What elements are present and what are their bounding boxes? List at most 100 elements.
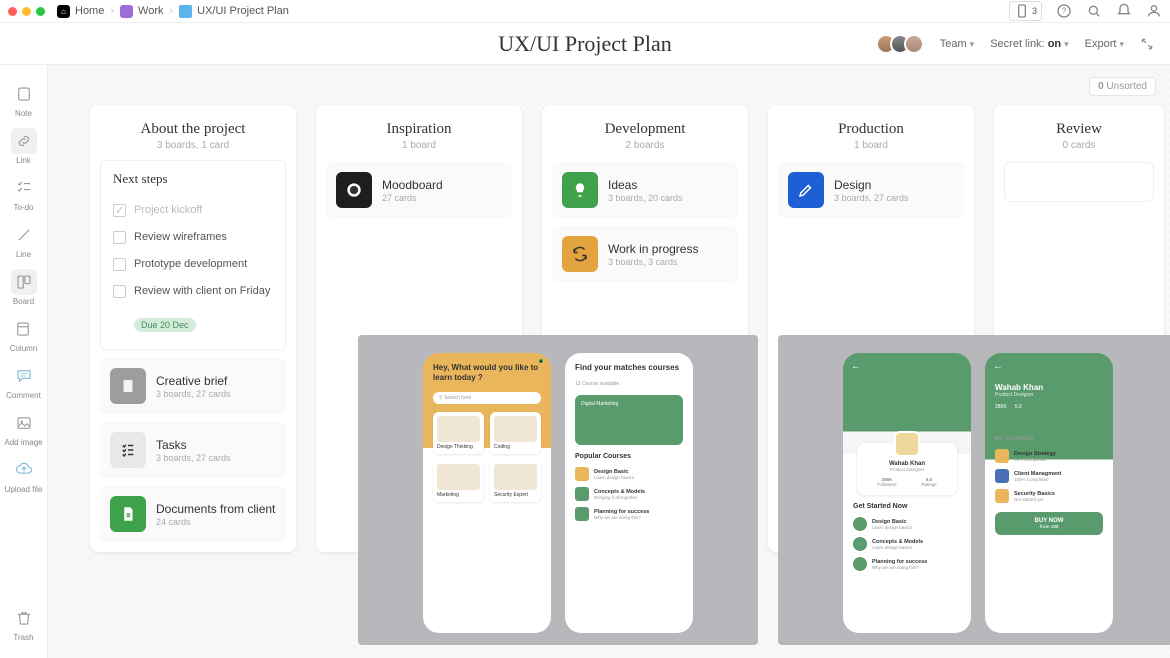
phone-mockup: ← Wahab Khan Product Designer 285K5.0 MY… xyxy=(985,353,1113,633)
column-subtitle: 2 boards xyxy=(552,140,738,151)
checkbox-icon[interactable] xyxy=(113,258,126,271)
step-item[interactable]: Prototype development xyxy=(113,251,273,278)
expand-icon[interactable] xyxy=(1140,37,1154,51)
mockup-hero: Find your matches courses xyxy=(575,363,683,373)
bulb-icon xyxy=(562,172,598,208)
checkbox-icon[interactable] xyxy=(113,231,126,244)
mockup-buy: BUY NOWfrom 18$ xyxy=(995,512,1103,535)
canvas[interactable]: 0 Unsorted About the project 3 boards, 1… xyxy=(48,65,1170,658)
breadcrumb-project[interactable]: UX/UI Project Plan xyxy=(179,5,289,18)
help-icon[interactable]: ? xyxy=(1056,3,1072,19)
mockup-board-1[interactable]: ● Hey, What would you like to learn toda… xyxy=(358,335,758,645)
empty-card-slot[interactable] xyxy=(1004,162,1154,202)
pen-icon xyxy=(788,172,824,208)
page-title: UX/UI Project Plan xyxy=(498,31,672,57)
image-icon xyxy=(15,414,33,432)
column-subtitle: 0 cards xyxy=(1004,140,1154,151)
board-icon xyxy=(179,5,192,18)
steps-card[interactable]: Next steps ✓Project kickoff Review wiref… xyxy=(100,160,286,350)
step-item[interactable]: ✓Project kickoff xyxy=(113,197,273,224)
sidebar-link[interactable]: Link xyxy=(11,124,37,169)
sidebar-upload[interactable]: Upload file xyxy=(5,453,43,498)
window-controls[interactable] xyxy=(8,7,45,16)
column-subtitle: 1 board xyxy=(326,140,512,151)
svg-text:?: ? xyxy=(1062,7,1067,16)
breadcrumb-separator: › xyxy=(169,5,173,17)
chevron-down-icon: ▾ xyxy=(1064,39,1069,49)
top-bar: ⌂ Home › Work › UX/UI Project Plan 3 ? xyxy=(0,0,1170,23)
column-about[interactable]: About the project 3 boards, 1 card Next … xyxy=(90,105,296,552)
column-title: Production xyxy=(778,121,964,138)
phone-mockup: Find your matches courses 13 Course avai… xyxy=(565,353,693,633)
maximize-window-icon[interactable] xyxy=(36,7,45,16)
refresh-icon xyxy=(562,236,598,272)
header-controls: Team▾ Secret link: on▾ Export▾ xyxy=(882,34,1154,54)
line-icon xyxy=(15,226,33,244)
chevron-down-icon: ▾ xyxy=(970,39,975,49)
close-window-icon[interactable] xyxy=(8,7,17,16)
sidebar-line[interactable]: Line xyxy=(11,218,37,263)
board-card-design[interactable]: Design3 boards, 27 cards xyxy=(778,162,964,218)
team-dropdown[interactable]: Team▾ xyxy=(940,38,974,50)
breadcrumb-home[interactable]: ⌂ Home xyxy=(57,5,104,18)
mockup-search: ⚲ Search here xyxy=(433,392,541,404)
top-right-controls: 3 ? xyxy=(1009,1,1162,21)
breadcrumb-home-label: Home xyxy=(75,5,104,17)
checkbox-icon[interactable] xyxy=(113,285,126,298)
mockup-profile: Wahab Khan Product Designer 285KFollower… xyxy=(857,443,957,495)
avatar xyxy=(904,34,924,54)
circle-icon xyxy=(336,172,372,208)
column-header: About the project 3 boards, 1 card xyxy=(100,115,286,154)
column-subtitle: 1 board xyxy=(778,140,964,151)
breadcrumb-work-label: Work xyxy=(138,5,163,17)
board-card-documents[interactable]: Documents from client24 cards xyxy=(100,486,286,542)
upload-icon xyxy=(15,461,33,479)
sidebar: Note Link To-do Line Board Column Commen… xyxy=(0,65,48,658)
folder-icon xyxy=(120,5,133,18)
search-icon[interactable] xyxy=(1086,3,1102,19)
sidebar-comment[interactable]: Comment xyxy=(6,359,41,404)
board-card-tasks[interactable]: Tasks3 boards, 27 cards xyxy=(100,422,286,478)
bell-icon[interactable] xyxy=(1116,3,1132,19)
chevron-down-icon: ▾ xyxy=(1119,39,1124,49)
breadcrumb-separator: › xyxy=(110,5,114,17)
secret-link-dropdown[interactable]: Secret link: on▾ xyxy=(990,38,1068,50)
step-item[interactable]: Review with client on FridayDue 20 Dec xyxy=(113,278,273,339)
steps-title: Next steps xyxy=(113,171,273,187)
step-item[interactable]: Review wireframes xyxy=(113,224,273,251)
board-card-moodboard[interactable]: Moodboard27 cards xyxy=(326,162,512,218)
breadcrumb-project-label: UX/UI Project Plan xyxy=(197,5,289,17)
link-icon xyxy=(15,132,33,150)
sidebar-board[interactable]: Board xyxy=(11,265,37,310)
sidebar-column[interactable]: Column xyxy=(10,312,38,357)
phone-mockup: ← Wahab Khan Product Designer 285KFollow… xyxy=(843,353,971,633)
minimize-window-icon[interactable] xyxy=(22,7,31,16)
column-title: Development xyxy=(552,121,738,138)
checkbox-icon[interactable]: ✓ xyxy=(113,204,126,217)
device-badge[interactable]: 3 xyxy=(1009,1,1042,21)
sidebar-note[interactable]: Note xyxy=(11,77,37,122)
column-title: Review xyxy=(1004,121,1154,138)
sidebar-add-image[interactable]: Add image xyxy=(4,406,42,451)
file-icon xyxy=(110,496,146,532)
board-card-ideas[interactable]: Ideas3 boards, 20 cards xyxy=(552,162,738,218)
phone-mockup: ● Hey, What would you like to learn toda… xyxy=(423,353,551,633)
board-card-wip[interactable]: Work in progress3 boards, 3 cards xyxy=(552,226,738,282)
unsorted-badge[interactable]: 0 Unsorted xyxy=(1089,77,1156,96)
mockup-board-2[interactable]: ← Wahab Khan Product Designer 285KFollow… xyxy=(778,335,1170,645)
checklist-icon xyxy=(15,179,33,197)
sidebar-todo[interactable]: To-do xyxy=(11,171,37,216)
checklist-icon xyxy=(110,432,146,468)
board-card-creative-brief[interactable]: Creative brief3 boards, 27 cards xyxy=(100,358,286,414)
header: UX/UI Project Plan Team▾ Secret link: on… xyxy=(0,23,1170,65)
user-icon[interactable] xyxy=(1146,3,1162,19)
sidebar-trash[interactable]: Trash xyxy=(11,601,37,646)
mockup-card: Digital Marketing xyxy=(575,395,683,445)
back-icon: ← xyxy=(851,361,861,372)
column-icon xyxy=(14,320,32,338)
due-badge: Due 20 Dec xyxy=(134,318,196,332)
board-icon xyxy=(15,273,33,291)
export-dropdown[interactable]: Export▾ xyxy=(1085,38,1124,50)
avatars[interactable] xyxy=(882,34,924,54)
breadcrumb-work[interactable]: Work xyxy=(120,5,163,18)
